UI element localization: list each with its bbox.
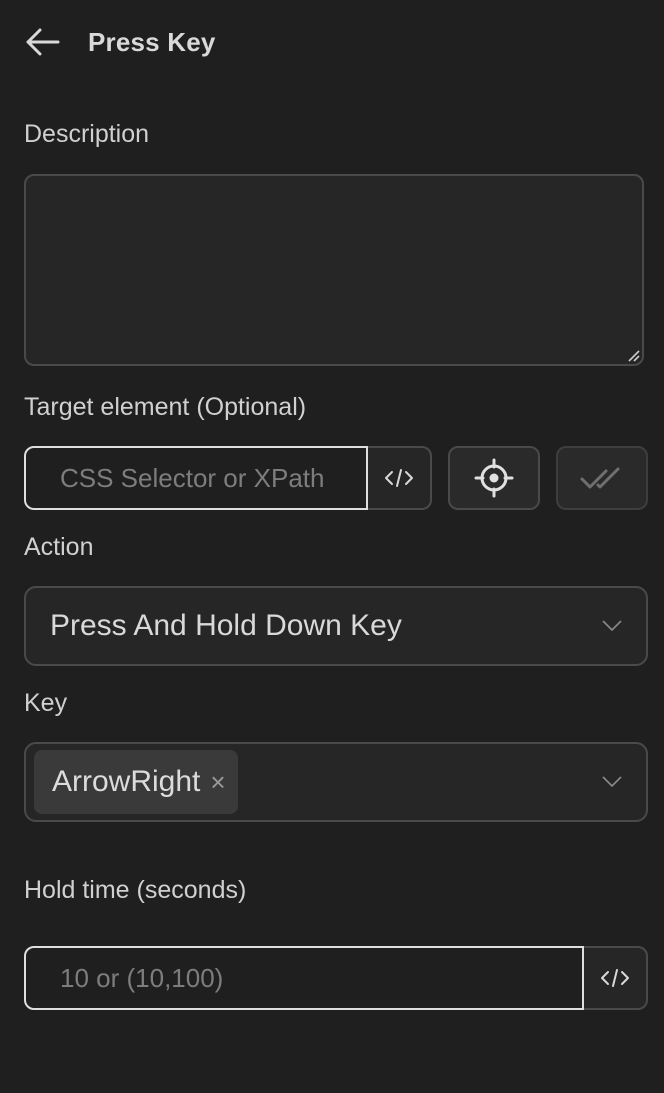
code-icon [601, 969, 629, 987]
action-selected-value: Press And Hold Down Key [50, 609, 402, 642]
close-icon[interactable]: × [210, 769, 225, 795]
chevron-down-icon [602, 776, 622, 788]
hold-time-input[interactable]: 10 or (10,100) [24, 946, 584, 1010]
double-check-icon [580, 467, 620, 489]
key-label: Key [24, 689, 68, 717]
key-select[interactable]: ArrowRight × [24, 742, 648, 822]
back-button[interactable] [24, 18, 72, 66]
key-tag: ArrowRight × [34, 750, 238, 814]
hold-time-label: Hold time (seconds) [24, 876, 247, 904]
page-title: Press Key [88, 26, 216, 57]
action-label: Action [24, 533, 94, 561]
target-selector-input[interactable]: CSS Selector or XPath [24, 446, 368, 510]
target-element-label: Target element (Optional) [24, 393, 307, 421]
chevron-down-icon [602, 620, 622, 632]
description-textarea[interactable] [24, 174, 644, 366]
hold-time-code-button[interactable] [584, 946, 648, 1010]
hold-time-placeholder: 10 or (10,100) [60, 962, 224, 993]
arrow-left-icon [26, 28, 60, 56]
resize-grip-icon[interactable] [626, 348, 640, 362]
pick-element-button[interactable] [448, 446, 540, 510]
target-code-button[interactable] [368, 446, 432, 510]
press-key-panel: Press Key Description Target element (Op… [0, 0, 664, 1093]
action-select[interactable]: Press And Hold Down Key [24, 586, 648, 666]
code-icon [385, 469, 413, 487]
crosshair-icon [474, 458, 514, 498]
key-tag-label: ArrowRight [52, 765, 201, 798]
target-selector-placeholder: CSS Selector or XPath [60, 462, 325, 493]
description-label: Description [24, 120, 150, 148]
header: Press Key [24, 16, 216, 68]
verify-selector-button[interactable] [556, 446, 648, 510]
